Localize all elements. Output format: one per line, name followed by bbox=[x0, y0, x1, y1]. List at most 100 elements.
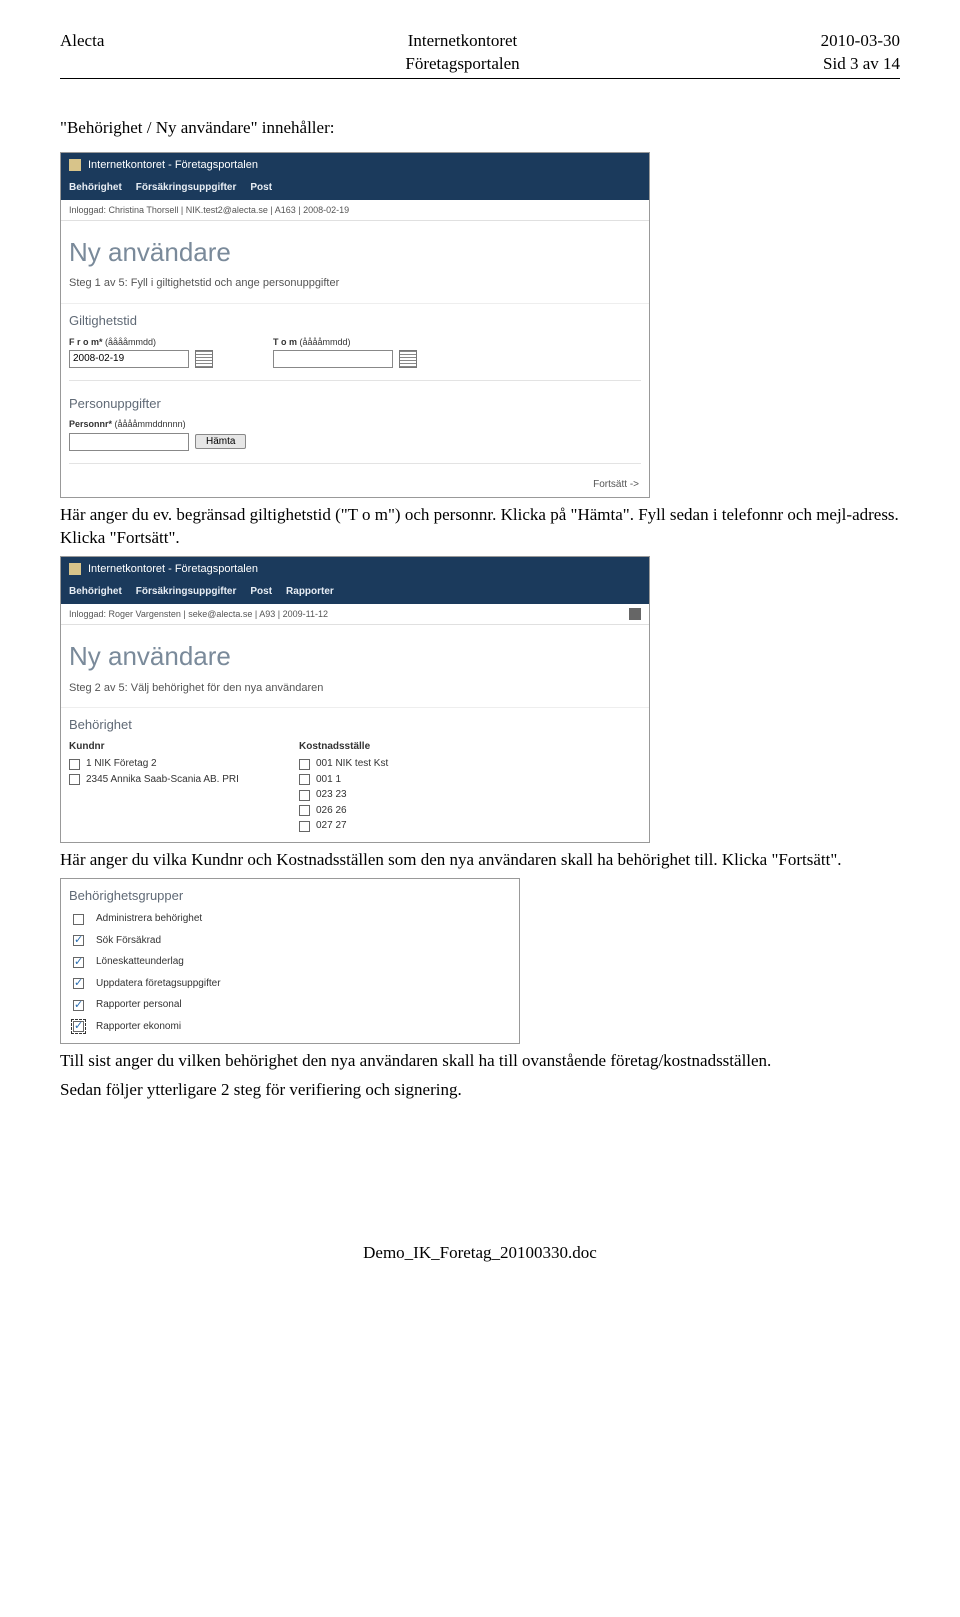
footer-filename: Demo_IK_Foretag_20100330.doc bbox=[60, 1242, 900, 1265]
separator bbox=[69, 463, 641, 464]
grupp-label: Löneskatteunderlag bbox=[96, 955, 184, 969]
grupper-list: Administrera behörighet Sök Försäkrad Löne… bbox=[61, 910, 519, 1043]
step-indicator: Steg 1 av 5: Fyll i giltighetstid och an… bbox=[61, 276, 649, 303]
subheading-personuppgifter: Personuppgifter bbox=[61, 387, 649, 417]
grupp-item[interactable]: Rapporter ekonomi bbox=[73, 1020, 507, 1034]
checkbox-icon[interactable] bbox=[73, 978, 84, 989]
grupp-label: Sök Försäkrad bbox=[96, 934, 161, 948]
grupp-item[interactable]: Uppdatera företagsuppgifter bbox=[73, 977, 507, 991]
paragraph-3: Till sist anger du vilken behörighet den… bbox=[60, 1050, 900, 1073]
calendar-icon[interactable] bbox=[195, 350, 213, 368]
checkbox-icon[interactable] bbox=[299, 821, 310, 832]
header-center: Internetkontoret Företagsportalen bbox=[405, 30, 519, 76]
subheading-behorighet: Behörighet bbox=[61, 707, 649, 738]
grupp-label: Administrera behörighet bbox=[96, 912, 202, 926]
subheading-grupper: Behörighetsgrupper bbox=[61, 879, 519, 911]
kost-label: 026 26 bbox=[316, 804, 347, 818]
kost-label: 001 1 bbox=[316, 773, 341, 787]
window-title: Internetkontoret - Företagsportalen bbox=[88, 562, 258, 577]
print-icon[interactable] bbox=[629, 608, 641, 620]
paragraph-1: Här anger du ev. begränsad giltighetstid… bbox=[60, 504, 900, 550]
kost-item[interactable]: 023 23 bbox=[299, 787, 489, 803]
checkbox-icon[interactable] bbox=[73, 957, 84, 968]
favicon-icon bbox=[69, 159, 81, 171]
kost-item[interactable]: 001 1 bbox=[299, 772, 489, 788]
logged-in-line: Inloggad: Christina Thorsell | NIK.test2… bbox=[61, 200, 649, 221]
checkbox-icon[interactable] bbox=[69, 774, 80, 785]
grupp-label: Rapporter personal bbox=[96, 998, 182, 1012]
menu-forsakring[interactable]: Försäkringsuppgifter bbox=[136, 585, 237, 599]
favicon-icon bbox=[69, 563, 81, 575]
tom-input[interactable] bbox=[273, 350, 393, 368]
tom-label-bold: T o m bbox=[273, 337, 297, 347]
section-heading-1: "Behörighet / Ny användare" innehåller: bbox=[60, 117, 900, 140]
kundnr-label: 2345 Annika Saab-Scania AB. PRI bbox=[86, 773, 239, 787]
titlebar: Internetkontoret - Företagsportalen bbox=[61, 557, 649, 581]
from-hint: (ååååmmdd) bbox=[105, 337, 156, 347]
checkbox-icon[interactable] bbox=[73, 914, 84, 925]
kundnr-header: Kundnr bbox=[69, 740, 259, 757]
checkbox-icon[interactable] bbox=[299, 774, 310, 785]
screenshot-behorighetsgrupper: Behörighetsgrupper Administrera behörigh… bbox=[60, 878, 520, 1045]
menubar: Behörighet Försäkringsuppgifter Post bbox=[61, 177, 649, 201]
menu-post[interactable]: Post bbox=[250, 585, 272, 599]
hamta-button[interactable]: Hämta bbox=[195, 434, 246, 449]
menu-forsakring[interactable]: Försäkringsuppgifter bbox=[136, 181, 237, 195]
tom-hint: (ååååmmdd) bbox=[300, 337, 351, 347]
tom-label: T o m (ååååmmdd) bbox=[273, 336, 417, 348]
menu-behorighet[interactable]: Behörighet bbox=[69, 181, 122, 195]
checkbox-icon[interactable] bbox=[73, 1021, 84, 1032]
window-title: Internetkontoret - Företagsportalen bbox=[88, 158, 258, 173]
header-date: 2010-03-30 bbox=[821, 30, 900, 53]
header-right: 2010-03-30 Sid 3 av 14 bbox=[821, 30, 900, 76]
grupp-item[interactable]: Löneskatteunderlag bbox=[73, 955, 507, 969]
checkbox-icon[interactable] bbox=[299, 790, 310, 801]
grupp-item[interactable]: Administrera behörighet bbox=[73, 912, 507, 926]
personnr-label: Personnr* (ååååmmddnnnn) bbox=[69, 418, 246, 430]
checkbox-icon[interactable] bbox=[69, 759, 80, 770]
titlebar: Internetkontoret - Företagsportalen bbox=[61, 153, 649, 177]
from-label: F r o m* (ååååmmdd) bbox=[69, 336, 213, 348]
header-left: Alecta bbox=[60, 30, 104, 76]
from-field-group: F r o m* (ååååmmdd) bbox=[69, 336, 213, 368]
checkbox-icon[interactable] bbox=[299, 805, 310, 816]
giltighet-row: F r o m* (ååååmmdd) T o m (ååååmmdd) bbox=[61, 334, 649, 374]
grupp-item[interactable]: Sök Försäkrad bbox=[73, 934, 507, 948]
behorighet-columns: Kundnr 1 NIK Företag 2 2345 Annika Saab-… bbox=[61, 738, 649, 842]
kostnadsstalle-column: Kostnadsställe 001 NIK test Kst 001 1 02… bbox=[299, 740, 489, 834]
paragraph-4: Sedan följer ytterligare 2 steg för veri… bbox=[60, 1079, 900, 1102]
screenshot-ny-anvandare-step1: Internetkontoret - Företagsportalen Behö… bbox=[60, 152, 650, 498]
kostnadsstalle-header: Kostnadsställe bbox=[299, 740, 489, 757]
personnr-row: Personnr* (ååååmmddnnnn) Hämta bbox=[61, 416, 649, 456]
personnr-hint: (ååååmmddnnnn) bbox=[115, 419, 186, 429]
calendar-icon[interactable] bbox=[399, 350, 417, 368]
kundnr-column: Kundnr 1 NIK Företag 2 2345 Annika Saab-… bbox=[69, 740, 259, 834]
kost-item[interactable]: 027 27 bbox=[299, 818, 489, 834]
paragraph-2: Här anger du vilka Kundnr och Kostnadsst… bbox=[60, 849, 900, 872]
header-page: Sid 3 av 14 bbox=[821, 53, 900, 76]
kost-label: 023 23 bbox=[316, 788, 347, 802]
subheading-giltighet: Giltighetstid bbox=[61, 303, 649, 334]
logged-in-line: Inloggad: Roger Vargensten | seke@alecta… bbox=[61, 604, 649, 625]
separator bbox=[69, 380, 641, 381]
personnr-input[interactable] bbox=[69, 433, 189, 451]
grupp-label: Rapporter ekonomi bbox=[96, 1020, 181, 1034]
kost-item[interactable]: 001 NIK test Kst bbox=[299, 756, 489, 772]
personnr-label-bold: Personnr* bbox=[69, 419, 112, 429]
grupp-item[interactable]: Rapporter personal bbox=[73, 998, 507, 1012]
page-header: Alecta Internetkontoret Företagsportalen… bbox=[60, 30, 900, 76]
kundnr-item[interactable]: 2345 Annika Saab-Scania AB. PRI bbox=[69, 772, 259, 788]
kundnr-item[interactable]: 1 NIK Företag 2 bbox=[69, 756, 259, 772]
checkbox-icon[interactable] bbox=[73, 935, 84, 946]
checkbox-icon[interactable] bbox=[299, 759, 310, 770]
menu-post[interactable]: Post bbox=[250, 181, 272, 195]
grupp-label: Uppdatera företagsuppgifter bbox=[96, 977, 221, 991]
from-input[interactable] bbox=[69, 350, 189, 368]
personnr-field-group: Personnr* (ååååmmddnnnn) Hämta bbox=[69, 418, 246, 450]
fortsatt-link[interactable]: Fortsätt -> bbox=[61, 470, 649, 498]
kost-item[interactable]: 026 26 bbox=[299, 803, 489, 819]
menu-behorighet[interactable]: Behörighet bbox=[69, 585, 122, 599]
checkbox-icon[interactable] bbox=[73, 1000, 84, 1011]
logged-in-text: Inloggad: Roger Vargensten | seke@alecta… bbox=[69, 609, 328, 619]
menu-rapporter[interactable]: Rapporter bbox=[286, 585, 334, 599]
